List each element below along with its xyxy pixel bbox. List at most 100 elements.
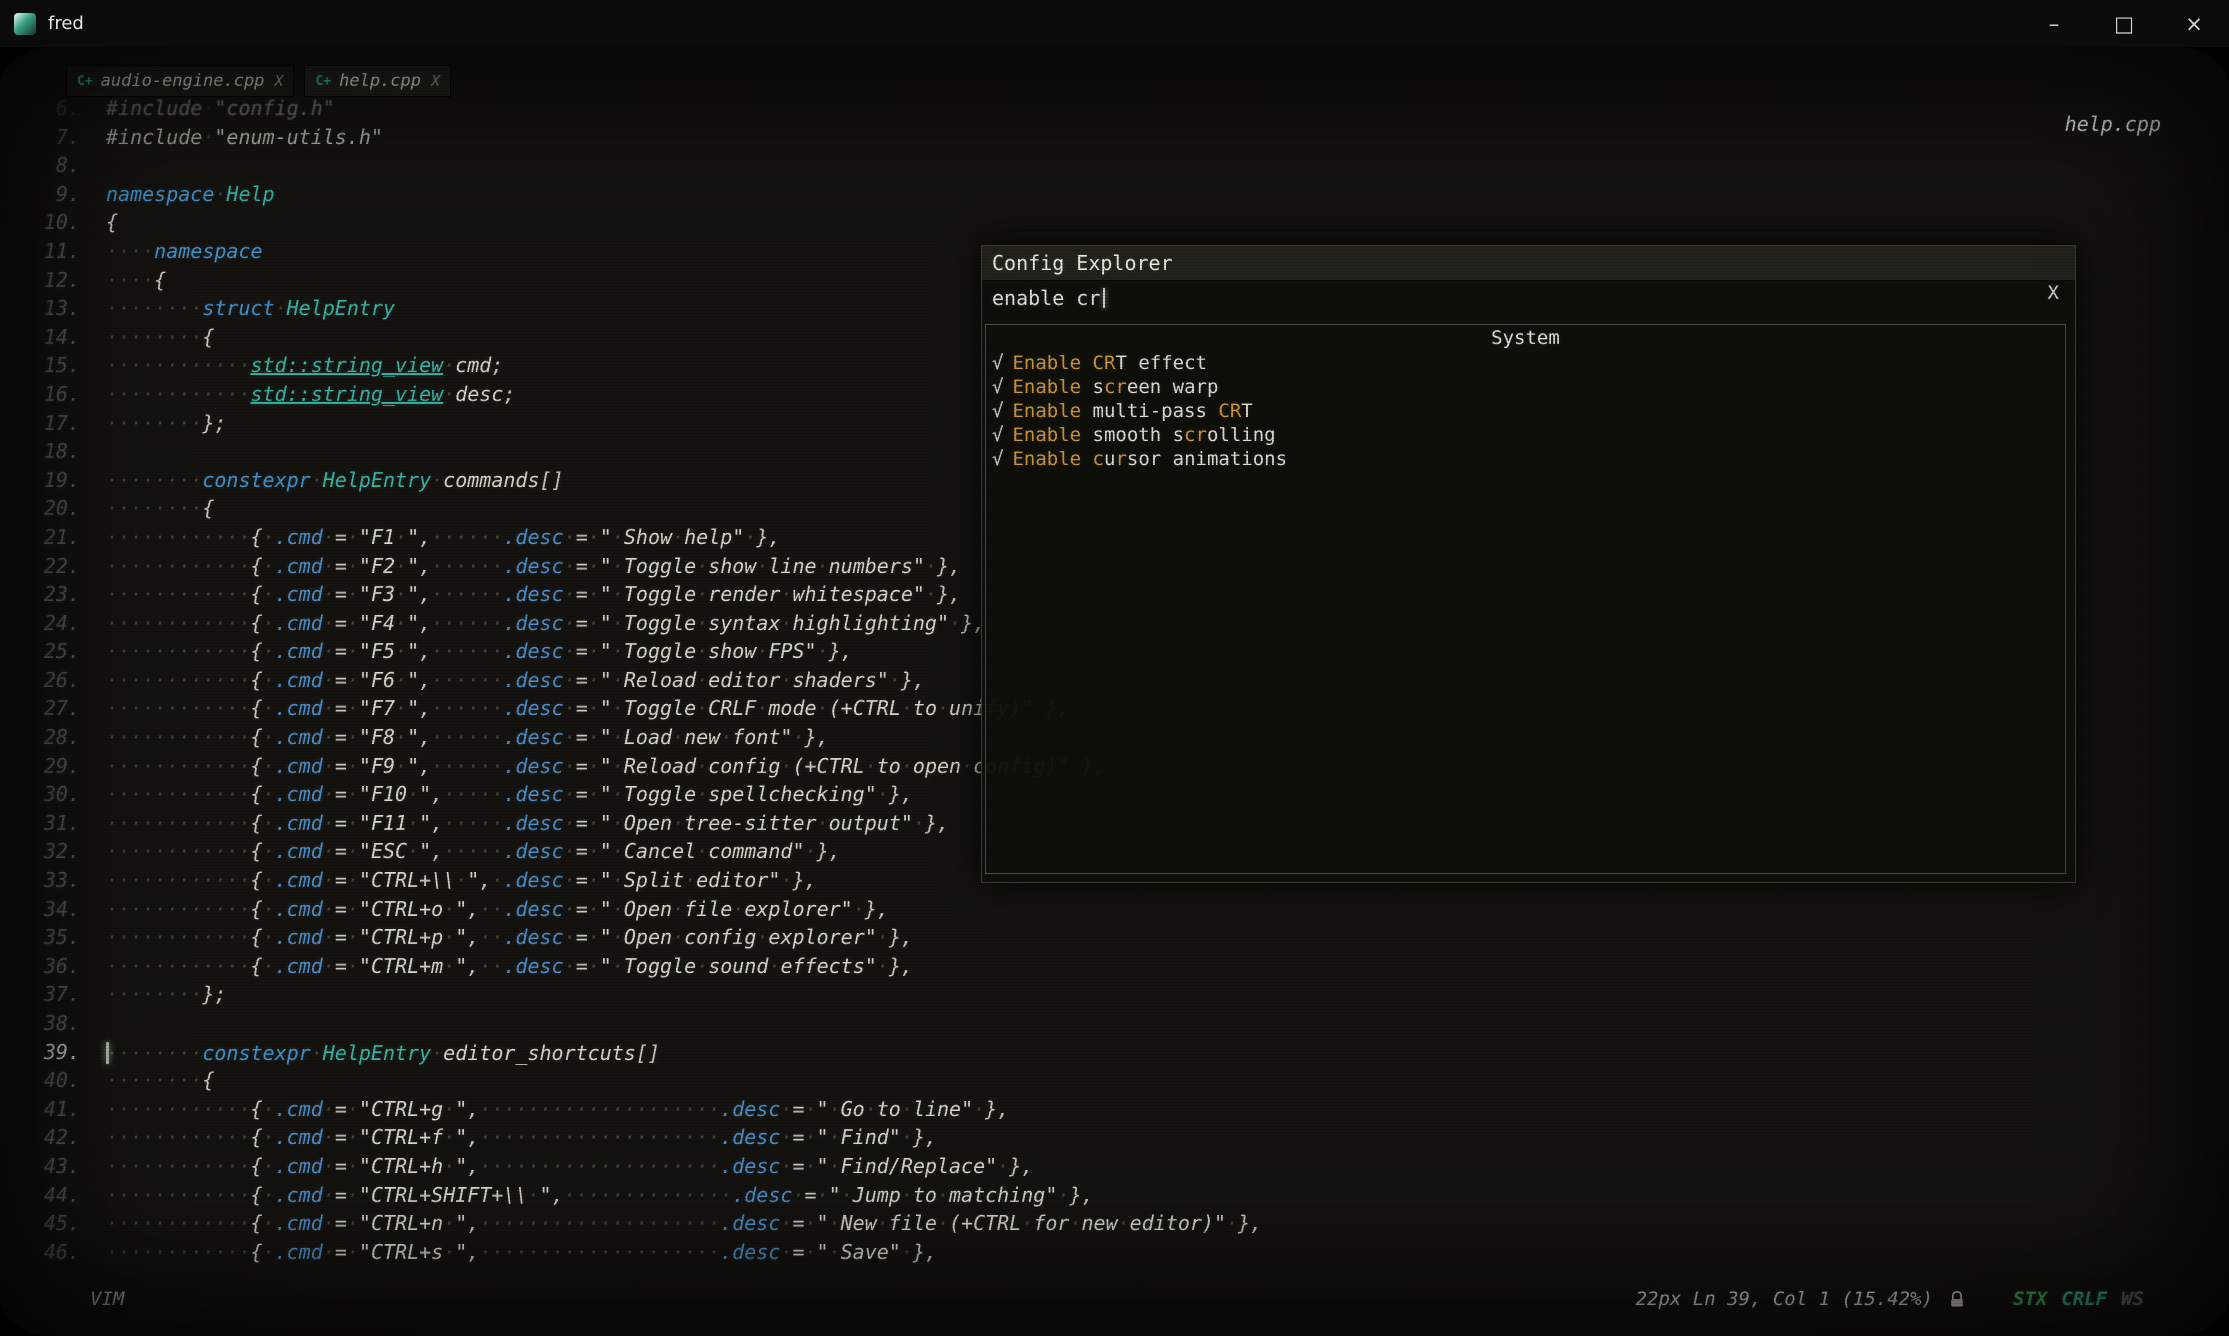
code-line[interactable]: 38. [0,1009,2229,1038]
checkmark-icon: √ [992,448,1003,470]
filename-overlay: help.cpp [2065,112,2161,136]
code-line[interactable]: 43. ············{·.cmd·=·"CTRL+h·",······… [0,1152,2229,1181]
line-text: ········struct·HelpEntry [106,294,395,323]
line-text: ········constexpr·HelpEntry·editor_short… [106,1038,660,1067]
line-text: ············{·.cmd·=·"F9·",······.desc·=… [106,752,1106,781]
line-number: 15. [0,351,80,380]
line-number: 22. [0,552,80,581]
window-controls: – □ × [2019,0,2229,47]
cpp-file-icon: C+ [77,74,93,89]
line-number: 11. [0,237,80,266]
line-text: #include·"enum-utils.h" [106,123,383,152]
line-number: 44. [0,1181,80,1210]
code-line[interactable]: 36. ············{·.cmd·=·"CTRL+m·",··.des… [0,952,2229,981]
search-cursor [1103,288,1105,308]
config-section-header: System [986,325,2065,351]
config-explorer-popup: Config Explorer enable cr X System √Enab… [981,245,2076,883]
line-text: ············{·.cmd·=·"CTRL+s·",·········… [106,1238,937,1267]
code-line[interactable]: 6.#include·"config.h" [0,94,2229,123]
tab-audio-engine[interactable]: C+ audio-engine.cpp X [66,65,294,97]
line-text: ········{ [106,494,214,523]
line-text: ············{·.cmd·=·"F8·",······.desc·=… [106,723,829,752]
line-number: 20. [0,494,80,523]
line-text: ············{·.cmd·=·"CTRL+f·",·········… [106,1123,937,1152]
search-query: enable cr [992,281,1100,315]
close-button[interactable]: × [2159,0,2229,47]
line-text: ············{·.cmd·=·"CTRL+g·",·········… [106,1095,1009,1124]
line-number: 38. [0,1009,80,1038]
line-text: #include·"config.h" [106,94,335,123]
line-text: ············std::string_view·cmd; [106,351,503,380]
config-item[interactable]: √Enable screen warp [986,375,2065,399]
line-text: ········}; [106,980,226,1009]
code-line[interactable]: 34.············{·.cmd·=·"CTRL+o·",··.des… [0,895,2229,924]
line-number: 43. [0,1152,80,1181]
line-number: 12. [0,266,80,295]
line-text: ············{·.cmd·=·"CTRL+\\·",·.desc·=… [106,866,817,895]
line-text: ············{·.cmd·=·"F11·",·····.desc·=… [106,809,949,838]
code-line[interactable]: 40. ········{ [0,1066,2229,1095]
vim-mode-indicator: VIM [90,1288,124,1310]
tab-help[interactable]: C+ help.cpp X [304,65,451,97]
line-text: ········{ [106,1066,214,1095]
code-line[interactable]: 39. ········constexpr·HelpEntry·editor_sh… [0,1038,2229,1067]
tab-close-icon[interactable]: X [431,72,440,90]
line-number: 40. [0,1066,80,1095]
line-number: 29. [0,752,80,781]
popup-title: Config Explorer [982,246,2075,281]
code-line[interactable]: 46. ············{·.cmd·=·"CTRL+s·",······… [0,1238,2229,1267]
line-number: 8. [0,151,80,180]
config-item[interactable]: √Enable CRT effect [986,351,2065,375]
line-number: 39. [0,1038,80,1067]
code-line[interactable]: 10.{ [0,208,2229,237]
line-number: 32. [0,837,80,866]
line-number: 16. [0,380,80,409]
line-number: 13. [0,294,80,323]
code-line[interactable]: 41.············{·.cmd·=·"CTRL+g·",······… [0,1095,2229,1124]
code-line[interactable]: 45.············{·.cmd·=·"CTRL+n·",······… [0,1209,2229,1238]
checkmark-icon: √ [992,424,1003,446]
lock-icon [1947,1290,1967,1315]
line-text: ········}; [106,409,226,438]
code-line[interactable]: 37.········}; [0,980,2229,1009]
line-number: 36. [0,952,80,981]
line-number: 21. [0,523,80,552]
line-number: 28. [0,723,80,752]
line-text: { [106,208,118,237]
code-line[interactable]: 42.············{·.cmd·=·"CTRL+f·",······… [0,1123,2229,1152]
config-item-list: √Enable CRT effect√Enable screen warp√En… [986,351,2065,471]
cursor-position-status: 22px Ln 39, Col 1 (15.42%) [1636,1288,1933,1310]
app-icon [14,13,36,35]
tab-close-icon[interactable]: X [274,72,283,90]
code-line[interactable]: 35.············{·.cmd·=·"CTRL+p·",··.des… [0,923,2229,952]
code-line[interactable]: 7.#include·"enum-utils.h" [0,123,2229,152]
tab-bar: C+ audio-engine.cpp X C+ help.cpp X [66,65,451,97]
minimize-button[interactable]: – [2019,0,2089,47]
config-item[interactable]: √Enable multi-pass CRT [986,399,2065,423]
config-item[interactable]: √Enable cursor animations [986,447,2065,471]
line-number: 35. [0,923,80,952]
popup-close-icon[interactable]: X [2048,282,2059,304]
line-number: 46. [0,1238,80,1267]
maximize-button[interactable]: □ [2089,0,2159,47]
line-text: ············{·.cmd·=·"F4·",······.desc·=… [106,609,985,638]
text-cursor [106,1042,109,1064]
code-line[interactable]: 44.············{·.cmd·=·"CTRL+SHIFT+\\·"… [0,1181,2229,1210]
line-number: 25. [0,637,80,666]
code-line[interactable]: 8. [0,151,2229,180]
line-text: ············{·.cmd·=·"CTRL+n·",·········… [106,1209,1262,1238]
config-search-input[interactable]: enable cr [982,281,2075,315]
status-flags: STXCRLFWS [2013,1288,2144,1310]
line-number: 17. [0,409,80,438]
line-text: ············{·.cmd·=·"CTRL+h·",·········… [106,1152,1033,1181]
line-text: ········{ [106,323,214,352]
line-text: ············{·.cmd·=·"CTRL+o·",··.desc·=… [106,895,889,924]
line-text: ············{·.cmd·=·"CTRL+m·",··.desc·=… [106,952,913,981]
status-flag-ws: WS [2121,1288,2144,1310]
status-bar: VIM 22px Ln 39, Col 1 (15.42%) STXCRLFWS [0,1288,2229,1316]
line-text: ············{·.cmd·=·"F3·",······.desc·=… [106,580,961,609]
config-item[interactable]: √Enable smooth scrolling [986,423,2065,447]
line-number: 31. [0,809,80,838]
line-text: ············{·.cmd·=·"ESC·",·····.desc·=… [106,837,841,866]
code-line[interactable]: 9.namespace·Help [0,180,2229,209]
